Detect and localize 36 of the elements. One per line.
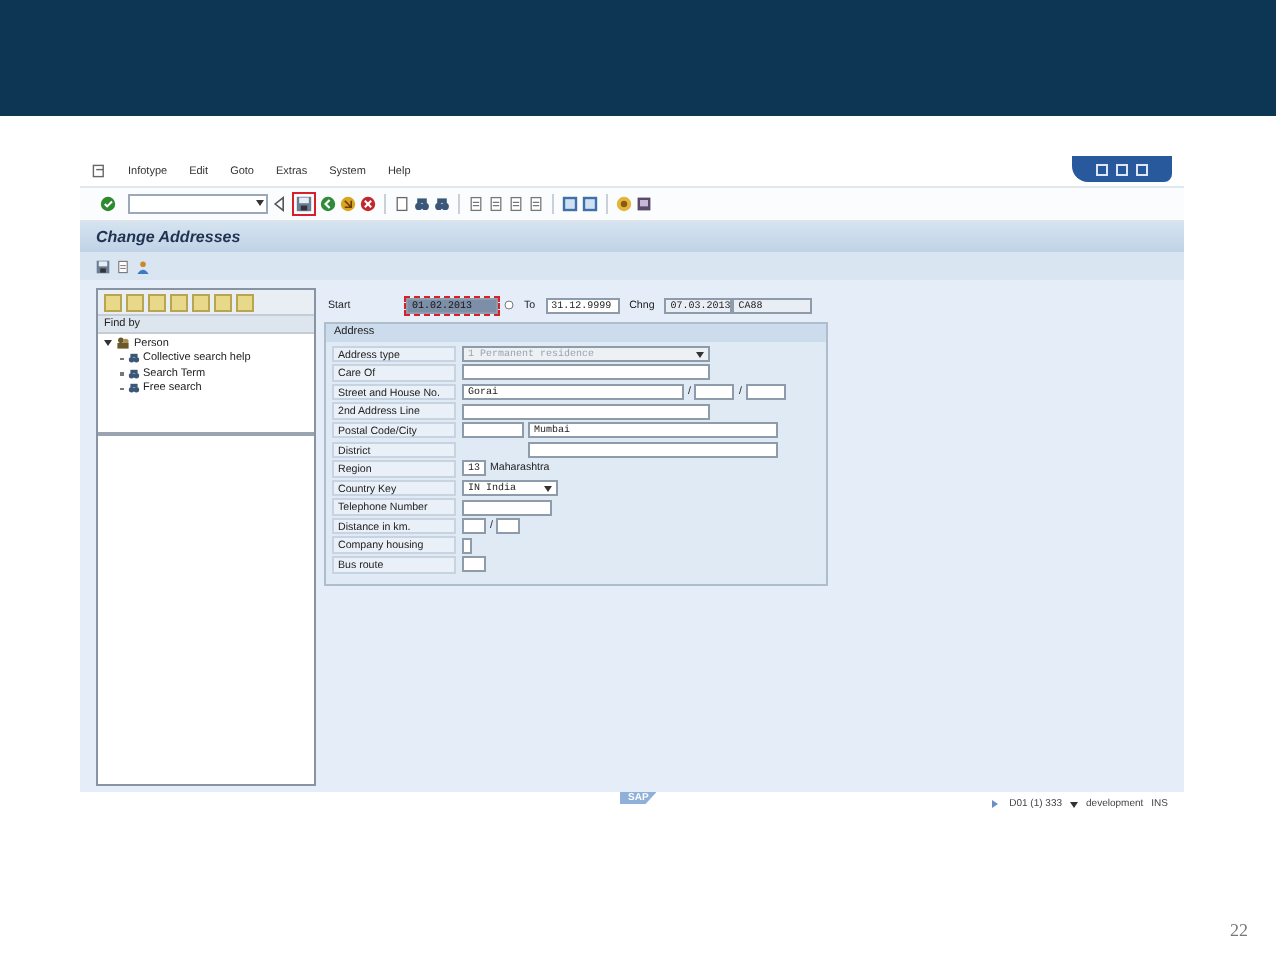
- command-field[interactable]: [128, 194, 268, 214]
- page-icon[interactable]: [508, 196, 524, 212]
- page-number: 22: [1230, 920, 1248, 940]
- person-icon[interactable]: [136, 259, 150, 273]
- input-field[interactable]: [462, 518, 486, 535]
- binoculars-icon[interactable]: [434, 196, 450, 212]
- input-field[interactable]: [462, 556, 486, 573]
- monitor-icon[interactable]: [636, 196, 652, 212]
- input-field[interactable]: [462, 403, 710, 420]
- binoculars-icon[interactable]: [127, 352, 139, 365]
- status-arrow-icon[interactable]: [991, 800, 1002, 808]
- back-icon[interactable]: [272, 196, 288, 212]
- input-field[interactable]: [528, 441, 778, 458]
- checkbox[interactable]: [462, 537, 472, 554]
- binoculars-icon[interactable]: [414, 196, 430, 212]
- input-field[interactable]: [496, 518, 521, 535]
- input-field[interactable]: [745, 383, 786, 400]
- save-icon[interactable]: [96, 259, 110, 273]
- page-icon[interactable]: [468, 196, 484, 212]
- input-field[interactable]: [462, 364, 710, 381]
- page-icon[interactable]: [116, 259, 130, 273]
- page-icon[interactable]: [488, 196, 504, 212]
- binoculars-icon[interactable]: [127, 382, 139, 395]
- back-arrow-icon[interactable]: [320, 196, 336, 212]
- binoculars-icon[interactable]: [127, 367, 139, 380]
- cancel-icon[interactable]: [360, 196, 376, 212]
- input-field[interactable]: [462, 422, 524, 439]
- exit-arrow-icon[interactable]: [340, 196, 356, 212]
- screen-title: Change Addresses: [96, 228, 241, 246]
- input-field[interactable]: [694, 383, 735, 400]
- dropdown-arrow-icon[interactable]: [1070, 801, 1079, 811]
- menu-icon[interactable]: [92, 164, 106, 178]
- enter-icon[interactable]: [100, 196, 116, 212]
- page-icon[interactable]: [528, 196, 544, 212]
- people-icon: [116, 336, 130, 351]
- input-field[interactable]: [462, 499, 552, 516]
